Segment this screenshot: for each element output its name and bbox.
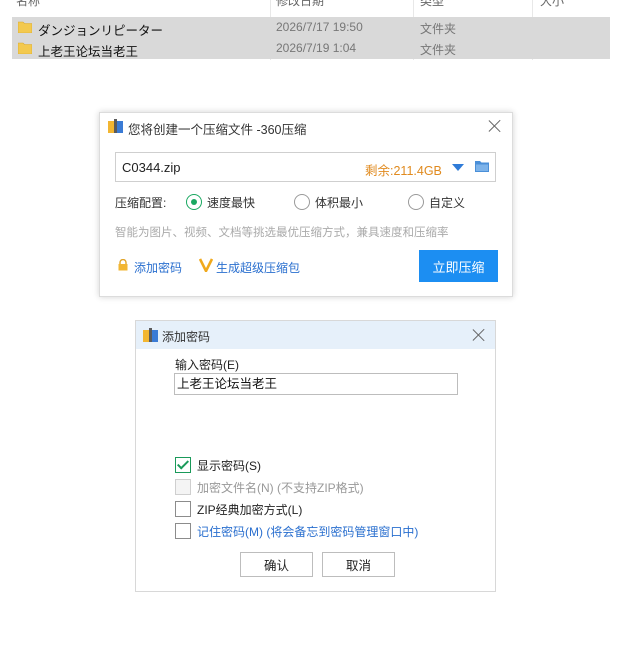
- add-password-link[interactable]: 添加密码: [134, 259, 182, 276]
- column-name[interactable]: 名称: [16, 0, 40, 8]
- remember-password-checkbox[interactable]: [175, 523, 191, 539]
- close-icon[interactable]: [472, 328, 486, 342]
- file-name: ダンジョンリピーター: [38, 24, 164, 38]
- file-row[interactable]: ダンジョンリピーター 2026/7/17 19:50 文件夹: [12, 17, 610, 38]
- lock-icon: [118, 259, 128, 271]
- archive-app-icon: [143, 328, 158, 342]
- file-name: 上老王论坛当老王: [38, 45, 139, 59]
- file-type: 文件夹: [420, 43, 457, 57]
- encrypt-filename-checkbox: [175, 479, 191, 495]
- close-icon[interactable]: [488, 119, 502, 133]
- compress-config-label: 压缩配置:: [115, 196, 167, 210]
- dialog-title: 添加密码: [162, 330, 211, 344]
- column-size[interactable]: 大小: [540, 0, 564, 8]
- compress-now-button[interactable]: 立即压缩: [419, 250, 498, 282]
- dialog-titlebar[interactable]: 您将创建一个压缩文件 -360压缩: [100, 113, 512, 140]
- archive-filename[interactable]: C0344.zip: [122, 160, 181, 175]
- folder-icon: [18, 21, 32, 33]
- file-type: 文件夹: [420, 22, 457, 36]
- file-row[interactable]: 上老王论坛当老王 2026/7/19 1:04 文件夹: [12, 38, 610, 59]
- radio-speed[interactable]: [186, 194, 202, 210]
- password-dialog: 添加密码 输入密码(E) 上老王论坛当老王 显示密码(S) 加密文件名(N) (…: [135, 320, 496, 592]
- file-date: 2026/7/17 19:50: [276, 20, 363, 34]
- zip-classic-encryption-label[interactable]: ZIP经典加密方式(L): [197, 501, 302, 518]
- option-custom-label[interactable]: 自定义: [429, 194, 465, 211]
- column-header: 名称 修改日期 类型 大小: [12, 0, 610, 8]
- archive-app-icon: [108, 119, 123, 133]
- compress-dialog: 您将创建一个压缩文件 -360压缩 C0344.zip 剩余:211.4GB 压…: [99, 112, 513, 297]
- free-space-label: 剩余:211.4GB: [365, 164, 442, 178]
- dialog-titlebar[interactable]: 添加密码: [136, 321, 495, 349]
- remember-password-label[interactable]: 记住密码(M) (将会备忘到密码管理窗口中): [197, 523, 418, 540]
- v-badge-icon: [199, 258, 213, 272]
- radio-custom[interactable]: [408, 194, 424, 210]
- zip-classic-encryption-checkbox[interactable]: [175, 501, 191, 517]
- column-type[interactable]: 类型: [420, 0, 444, 8]
- encrypt-filename-label: 加密文件名(N) (不支持ZIP格式): [197, 481, 364, 495]
- file-date: 2026/7/19 1:04: [276, 41, 357, 55]
- dialog-title: 您将创建一个压缩文件 -360压缩: [128, 123, 307, 137]
- option-speed-label[interactable]: 速度最快: [207, 194, 255, 211]
- password-input[interactable]: 上老王论坛当老王: [174, 373, 458, 395]
- column-date[interactable]: 修改日期: [276, 0, 324, 8]
- show-password-checkbox[interactable]: [175, 457, 191, 473]
- super-compress-link[interactable]: 生成超级压缩包: [216, 259, 300, 276]
- option-size-label[interactable]: 体积最小: [315, 194, 363, 211]
- radio-size[interactable]: [294, 194, 310, 210]
- dropdown-arrow-icon[interactable]: [452, 164, 464, 171]
- show-password-label[interactable]: 显示密码(S): [197, 457, 261, 474]
- archive-path-field[interactable]: C0344.zip 剩余:211.4GB: [115, 152, 496, 182]
- ok-button[interactable]: 确认: [240, 552, 313, 577]
- folder-icon: [18, 42, 32, 54]
- compress-hint: 智能为图片、视频、文档等挑选最优压缩方式，兼具速度和压缩率: [115, 227, 449, 239]
- browse-folder-icon[interactable]: [475, 160, 489, 172]
- cancel-button[interactable]: 取消: [322, 552, 395, 577]
- password-label: 输入密码(E): [175, 358, 239, 372]
